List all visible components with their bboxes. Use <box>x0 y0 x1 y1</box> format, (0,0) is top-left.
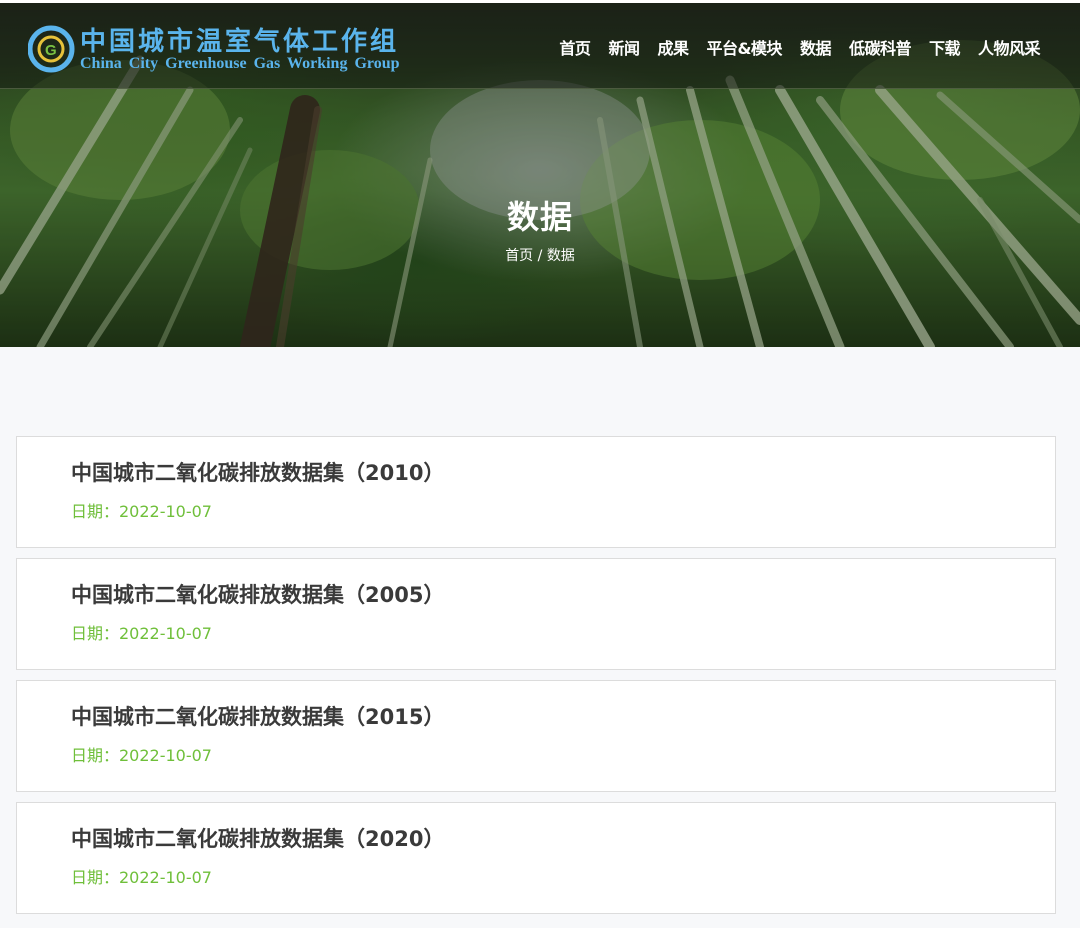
page-title: 数据 <box>506 198 573 236</box>
site-header: G 中国城市温室气体工作组 China City Greenhouse Gas … <box>0 0 1080 89</box>
main-nav: 首页 新闻 成果 平台&模块 数据 低碳科普 下载 人物风采 <box>559 35 1040 59</box>
dataset-title-link[interactable]: 中国城市二氧化碳排放数据集（2010） <box>71 457 444 487</box>
breadcrumb-current: 数据 <box>546 248 575 264</box>
site-logo[interactable]: G 中国城市温室气体工作组 China City Greenhouse Gas … <box>28 21 428 79</box>
nav-item-platform-modules[interactable]: 平台&模块 <box>706 35 782 59</box>
breadcrumb-separator: / <box>537 248 547 264</box>
logo-chinese-name: 中国城市温室气体工作组 <box>80 27 400 57</box>
dataset-title-link[interactable]: 中国城市二氧化碳排放数据集（2020） <box>71 823 444 853</box>
nav-item-low-carbon-science[interactable]: 低碳科普 <box>849 35 912 59</box>
nav-item-data[interactable]: 数据 <box>800 35 832 59</box>
nav-item-download[interactable]: 下载 <box>929 35 961 59</box>
logo-emblem-icon: G <box>28 25 75 73</box>
nav-item-people[interactable]: 人物风采 <box>978 35 1041 59</box>
logo-english-name: China City Greenhouse Gas Working Group <box>80 55 400 72</box>
nav-item-news[interactable]: 新闻 <box>608 35 640 59</box>
list-item[interactable]: 中国城市二氧化碳排放数据集（2015） 日期：2022-10-07 <box>16 680 1056 792</box>
dataset-date: 日期：2022-10-07 <box>71 868 212 887</box>
dataset-title-link[interactable]: 中国城市二氧化碳排放数据集（2005） <box>71 579 444 609</box>
svg-text:G: G <box>45 42 57 59</box>
dataset-title-link[interactable]: 中国城市二氧化碳排放数据集（2015） <box>71 701 444 731</box>
dataset-date: 日期：2022-10-07 <box>71 624 212 643</box>
nav-item-achievements[interactable]: 成果 <box>657 35 689 59</box>
nav-item-home[interactable]: 首页 <box>559 35 591 59</box>
breadcrumb: 首页 / 数据 <box>0 245 1080 265</box>
list-item[interactable]: 中国城市二氧化碳排放数据集（2020） 日期：2022-10-07 <box>16 802 1056 914</box>
hero-banner: G 中国城市温室气体工作组 China City Greenhouse Gas … <box>0 0 1080 347</box>
breadcrumb-home-link[interactable]: 首页 <box>505 248 533 264</box>
list-item[interactable]: 中国城市二氧化碳排放数据集（2010） 日期：2022-10-07 <box>16 436 1056 548</box>
dataset-date: 日期：2022-10-07 <box>71 502 212 521</box>
dataset-date: 日期：2022-10-07 <box>71 746 212 765</box>
dataset-list: 中国城市二氧化碳排放数据集（2010） 日期：2022-10-07 中国城市二氧… <box>16 436 1056 924</box>
list-item[interactable]: 中国城市二氧化碳排放数据集（2005） 日期：2022-10-07 <box>16 558 1056 670</box>
